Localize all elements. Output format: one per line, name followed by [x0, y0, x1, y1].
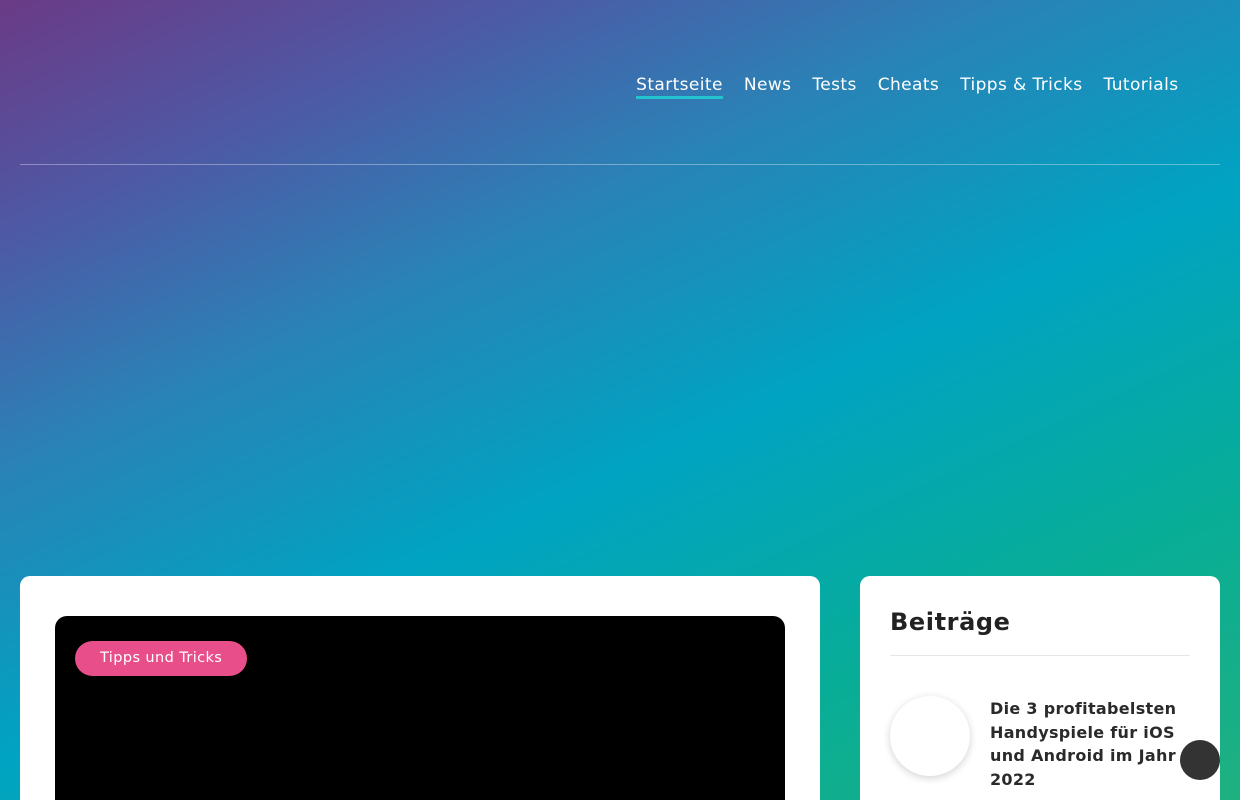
- header-divider: [20, 164, 1220, 165]
- sidebar-widget: Beiträge Die 3 profitabelsten Handyspiel…: [860, 576, 1220, 800]
- nav-item-cheats[interactable]: Cheats: [867, 72, 949, 98]
- featured-media[interactable]: Tipps und Tricks: [55, 616, 785, 800]
- sidebar-title: Beiträge: [890, 608, 1011, 636]
- nav-item-label: Tutorials: [1103, 75, 1179, 95]
- scroll-to-top-button[interactable]: [1180, 740, 1220, 780]
- nav-item-label: Cheats: [877, 75, 940, 95]
- site-header: Startseite News Tests Cheats Tipps & Tri…: [0, 0, 1240, 165]
- nav-item-label: News: [743, 75, 792, 95]
- featured-post-card: Tipps und Tricks: [20, 576, 820, 800]
- sidebar-divider: [890, 655, 1190, 656]
- nav-item-tutorials[interactable]: Tutorials: [1093, 72, 1189, 98]
- post-thumbnail[interactable]: [890, 696, 970, 776]
- nav-item-startseite[interactable]: Startseite: [626, 72, 734, 99]
- nav-item-tests[interactable]: Tests: [802, 72, 867, 98]
- main-navigation: Startseite News Tests Cheats Tipps & Tri…: [626, 72, 1189, 99]
- nav-item-label: Startseite: [636, 75, 723, 99]
- nav-item-news[interactable]: News: [733, 72, 802, 98]
- nav-item-label: Tests: [812, 75, 857, 95]
- nav-item-label: Tipps & Tricks: [960, 75, 1083, 95]
- nav-item-tipps-tricks[interactable]: Tipps & Tricks: [950, 72, 1093, 98]
- category-badge[interactable]: Tipps und Tricks: [75, 641, 248, 676]
- post-title-link[interactable]: Die 3 profitabelsten Handyspiele für iOS…: [990, 697, 1190, 791]
